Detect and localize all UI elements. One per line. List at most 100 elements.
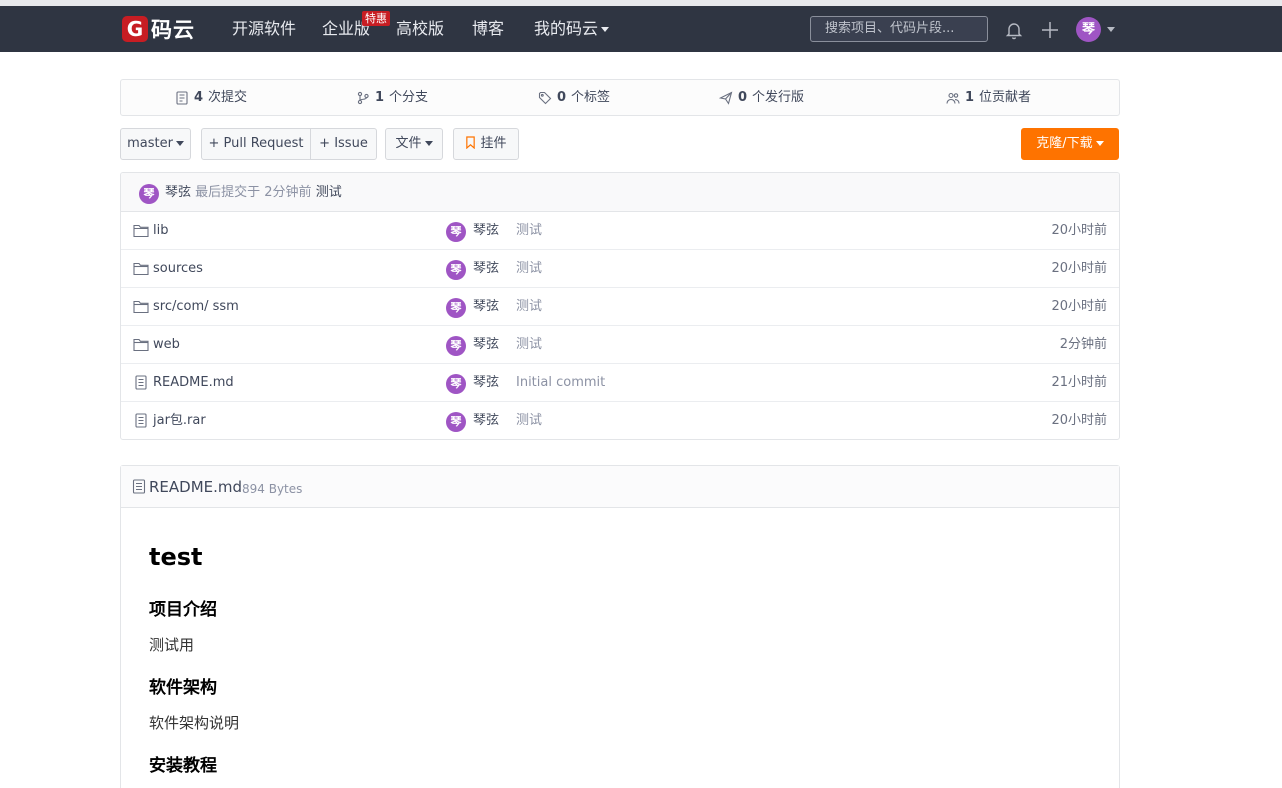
- folder-icon: [133, 300, 149, 314]
- chevron-down-icon: [1095, 141, 1104, 146]
- branch-select[interactable]: master: [120, 128, 191, 160]
- plus-icon[interactable]: [1040, 20, 1060, 40]
- pull-request-button[interactable]: + Pull Request: [201, 128, 311, 160]
- bookmark-icon: [466, 136, 476, 150]
- branch-select-label: master: [127, 136, 173, 151]
- stat-branches-label: 个分支: [389, 90, 429, 105]
- stat-tags-label: 个标签: [571, 90, 611, 105]
- nav-university[interactable]: 高校版: [396, 19, 444, 39]
- file-name[interactable]: lib: [153, 212, 168, 250]
- file-commit-author[interactable]: 琴弦: [473, 212, 499, 250]
- bell-icon[interactable]: [1004, 20, 1024, 40]
- file-name[interactable]: sources: [153, 250, 203, 288]
- stat-commits-label: 次提交: [208, 90, 248, 105]
- file-row[interactable]: web 琴 琴弦 测试 2分钟前: [121, 326, 1119, 364]
- file-commit-avatar[interactable]: 琴: [446, 336, 466, 356]
- file-commit-avatar[interactable]: 琴: [446, 374, 466, 394]
- commit-time: 最后提交于 2分钟前: [195, 185, 312, 200]
- folder-icon: [133, 262, 149, 276]
- latest-commit-bar: 琴 琴弦 最后提交于 2分钟前 测试: [121, 173, 1119, 212]
- widget-button-label: 挂件: [480, 136, 507, 151]
- files-dropdown-label: 文件: [395, 136, 422, 151]
- file-row[interactable]: src/com/ ssm 琴 琴弦 测试 20小时前: [121, 288, 1119, 326]
- file-commit-message[interactable]: Initial commit: [516, 364, 605, 402]
- latest-commit-text: 琴弦 最后提交于 2分钟前 测试: [165, 173, 342, 212]
- file-commit-time: 20小时前: [1051, 299, 1107, 314]
- file-commit-time: 2分钟前: [1059, 337, 1107, 352]
- readme-body-intro: 测试用: [149, 636, 195, 654]
- file-row[interactable]: jar包.rar 琴 琴弦 测试 20小时前: [121, 402, 1119, 439]
- stat-branches[interactable]: 1 个分支: [356, 80, 428, 115]
- readme-filename[interactable]: README.md: [149, 466, 242, 508]
- readme-panel: README.md 894 Bytes test 项目介绍 测试用 软件架构 软…: [120, 465, 1120, 788]
- file-commit-author[interactable]: 琴弦: [473, 288, 499, 326]
- file-row[interactable]: lib 琴 琴弦 测试 20小时前: [121, 212, 1119, 250]
- file-commit-author[interactable]: 琴弦: [473, 250, 499, 288]
- file-list: 琴 琴弦 最后提交于 2分钟前 测试 lib 琴 琴弦 测试 20小时前 sou…: [120, 172, 1120, 440]
- nav-blog[interactable]: 博客: [472, 19, 504, 39]
- clone-download-label: 克隆/下载: [1036, 136, 1093, 151]
- chevron-down-icon: [424, 141, 433, 146]
- file-commit-author[interactable]: 琴弦: [473, 326, 499, 364]
- file-commit-message[interactable]: 测试: [516, 402, 542, 439]
- file-name[interactable]: jar包.rar: [153, 402, 206, 439]
- stat-commits[interactable]: 4 次提交: [175, 80, 247, 115]
- readme-h1: test: [149, 543, 203, 571]
- issue-button[interactable]: + Issue: [310, 128, 377, 160]
- commits-icon: [176, 90, 188, 105]
- file-commit-avatar[interactable]: 琴: [446, 298, 466, 318]
- commit-author-avatar[interactable]: 琴: [139, 184, 159, 204]
- stat-contributors-label: 位贡献者: [979, 90, 1032, 105]
- stat-commits-count: 4: [194, 90, 204, 105]
- stat-releases-label: 个发行版: [752, 90, 805, 105]
- commit-author[interactable]: 琴弦: [165, 185, 191, 200]
- readme-body-architecture: 软件架构说明: [149, 714, 240, 732]
- stat-releases[interactable]: 0 个发行版: [719, 80, 804, 115]
- file-commit-avatar[interactable]: 琴: [446, 222, 466, 242]
- file-commit-message[interactable]: 测试: [516, 212, 542, 250]
- nav-my-gitee[interactable]: 我的码云: [534, 19, 610, 39]
- stat-tags[interactable]: 0 个标签: [538, 80, 610, 115]
- file-commit-time: 20小时前: [1051, 413, 1107, 428]
- contributors-icon: [946, 92, 960, 104]
- file-commit-avatar[interactable]: 琴: [446, 412, 466, 432]
- file-commit-author[interactable]: 琴弦: [473, 364, 499, 402]
- search-input[interactable]: 搜索项目、代码片段...: [810, 16, 988, 42]
- file-name[interactable]: web: [153, 326, 180, 364]
- readme-size: 894 Bytes: [242, 482, 303, 496]
- chevron-down-icon: [601, 27, 610, 32]
- commit-message[interactable]: 测试: [316, 185, 342, 200]
- file-icon: [135, 375, 147, 390]
- file-commit-time: 21小时前: [1051, 375, 1107, 390]
- file-name[interactable]: README.md: [153, 364, 234, 402]
- stat-contributors-count: 1: [965, 90, 975, 105]
- file-commit-author[interactable]: 琴弦: [473, 402, 499, 439]
- file-commit-message[interactable]: 测试: [516, 326, 542, 364]
- clone-download-button[interactable]: 克隆/下载: [1021, 128, 1119, 160]
- gitee-logo[interactable]: G 码云: [122, 16, 195, 42]
- nav-open-source[interactable]: 开源软件: [232, 19, 296, 39]
- files-dropdown-button[interactable]: 文件: [385, 128, 443, 160]
- folder-icon: [133, 338, 149, 352]
- stat-contributors[interactable]: 1 位贡献者: [946, 80, 1031, 115]
- widget-button[interactable]: 挂件: [453, 128, 519, 160]
- file-commit-avatar[interactable]: 琴: [446, 260, 466, 280]
- file-commit-message[interactable]: 测试: [516, 250, 542, 288]
- tag-icon: [538, 91, 552, 104]
- chevron-down-icon[interactable]: [1107, 27, 1115, 32]
- file-commit-message[interactable]: 测试: [516, 288, 542, 326]
- folder-icon: [133, 224, 149, 238]
- stat-tags-count: 0: [557, 90, 567, 105]
- logo-text: 码云: [151, 18, 195, 42]
- file-commit-time: 20小时前: [1051, 223, 1107, 238]
- enterprise-promo-badge: 特惠: [362, 11, 390, 26]
- file-name[interactable]: src/com/ ssm: [153, 288, 239, 326]
- stat-branches-count: 1: [375, 90, 385, 105]
- file-row[interactable]: README.md 琴 琴弦 Initial commit 21小时前: [121, 364, 1119, 402]
- file-commit-time: 20小时前: [1051, 261, 1107, 276]
- chevron-down-icon: [175, 141, 184, 146]
- nav-my-gitee-label: 我的码云: [534, 19, 599, 38]
- user-avatar[interactable]: 琴: [1076, 17, 1101, 42]
- file-row[interactable]: sources 琴 琴弦 测试 20小时前: [121, 250, 1119, 288]
- top-navbar: G 码云 开源软件 企业版 特惠 高校版 博客 我的码云 搜索项目、代码片段..…: [0, 6, 1282, 52]
